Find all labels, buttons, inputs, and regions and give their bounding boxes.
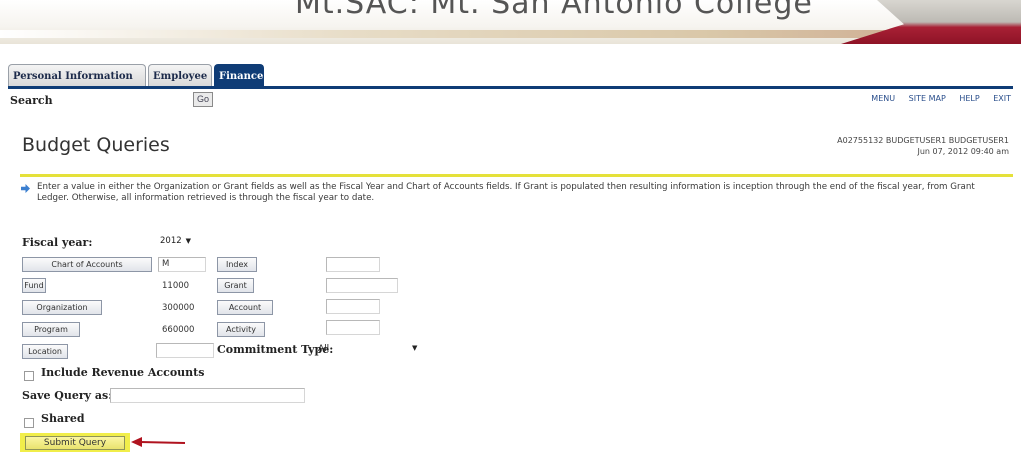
- include-revenue-checkbox[interactable]: [24, 371, 34, 381]
- search-input[interactable]: [68, 93, 188, 106]
- save-query-input[interactable]: [110, 388, 305, 403]
- site-map-link[interactable]: SITE MAP: [909, 94, 946, 103]
- annotation-arrow-icon: [131, 437, 186, 447]
- index-button[interactable]: Index: [217, 257, 257, 272]
- help-link[interactable]: HELP: [959, 94, 979, 103]
- fund-button[interactable]: Fund: [22, 278, 46, 293]
- dropdown-caret-icon: ▼: [412, 344, 418, 352]
- user-datetime: Jun 07, 2012 09:40 am: [917, 147, 1009, 156]
- tab-underline: [8, 86, 1013, 89]
- info-text: Enter a value in either the Organization…: [37, 182, 975, 203]
- submit-query-button[interactable]: Submit Query: [25, 436, 125, 450]
- activity-input[interactable]: [326, 320, 380, 335]
- save-query-label: Save Query as:: [22, 389, 113, 402]
- user-info: A02755132 BUDGETUSER1 BUDGETUSER1 Jun 07…: [837, 135, 1009, 157]
- commitment-type-label: Commitment Type:: [217, 343, 334, 356]
- fiscal-year-value: 2012: [160, 236, 182, 246]
- location-button[interactable]: Location: [22, 344, 68, 359]
- program-button[interactable]: Program: [22, 322, 80, 337]
- organization-value: 300000: [162, 303, 195, 313]
- tab-employee[interactable]: Employee: [148, 64, 212, 87]
- shared-label: Shared: [41, 412, 85, 425]
- tab-finance[interactable]: Finance: [214, 64, 264, 87]
- organization-button[interactable]: Organization: [22, 300, 102, 315]
- title-divider: [20, 174, 1013, 177]
- fiscal-year-select[interactable]: 2012 ▼: [160, 236, 191, 246]
- chart-of-accounts-button[interactable]: Chart of Accounts: [22, 257, 152, 272]
- tab-personal-information[interactable]: Personal Information: [8, 64, 146, 87]
- header-banner: Mt.SAC: Mt. San Antonio College: [0, 0, 1021, 44]
- top-nav: MENU SITE MAP HELP EXIT: [860, 94, 1011, 103]
- page-title: Budget Queries: [22, 134, 170, 156]
- menu-link[interactable]: MENU: [871, 94, 895, 103]
- commitment-type-select[interactable]: All ▼: [318, 344, 423, 358]
- fiscal-year-label: Fiscal year:: [22, 236, 93, 249]
- account-button[interactable]: Account: [217, 300, 273, 315]
- grant-button[interactable]: Grant: [217, 278, 254, 293]
- shared-checkbox[interactable]: [24, 418, 34, 428]
- grant-input[interactable]: [326, 278, 398, 293]
- fund-value: 11000: [162, 281, 190, 291]
- include-revenue-label: Include Revenue Accounts: [41, 366, 205, 379]
- info-arrow-icon: [21, 184, 30, 193]
- chart-of-accounts-value: M: [162, 259, 170, 269]
- go-button[interactable]: Go: [193, 92, 214, 107]
- account-input[interactable]: [326, 299, 380, 314]
- dropdown-caret-icon: ▼: [185, 237, 192, 245]
- banner-title: Mt.SAC: Mt. San Antonio College: [295, 0, 813, 21]
- index-input[interactable]: [326, 257, 380, 272]
- program-value: 660000: [162, 325, 195, 335]
- commitment-type-value: All: [318, 344, 330, 354]
- exit-link[interactable]: EXIT: [993, 94, 1011, 103]
- banner-graphic: [841, 0, 1021, 44]
- activity-button[interactable]: Activity: [217, 322, 265, 337]
- user-id-line: A02755132 BUDGETUSER1 BUDGETUSER1: [837, 136, 1009, 145]
- search-label: Search: [10, 94, 53, 107]
- location-input[interactable]: [156, 343, 214, 358]
